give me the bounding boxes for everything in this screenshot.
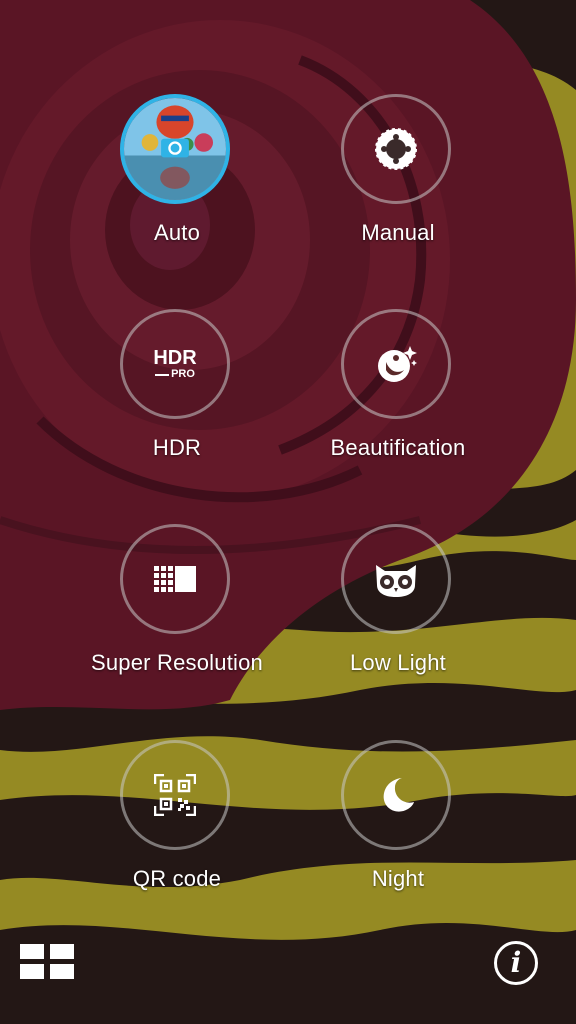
mode-label: Super Resolution <box>91 650 263 675</box>
mode-qr-code[interactable]: QR code <box>77 740 277 930</box>
hdr-badge-main: HDR <box>153 347 197 369</box>
mode-label: Beautification <box>330 435 466 460</box>
moon-icon[interactable] <box>341 740 451 850</box>
mode-label: QR code <box>132 866 222 891</box>
mode-beautification[interactable]: Beautification <box>298 309 498 499</box>
mode-label: Low Light <box>350 650 446 675</box>
mode-low-light[interactable]: Low Light <box>298 524 498 714</box>
info-glyph: i <box>510 946 522 979</box>
super-resolution-grid-icon[interactable] <box>120 524 230 634</box>
mode-auto[interactable]: Auto <box>77 94 277 284</box>
aperture-dial-icon[interactable] <box>341 94 451 204</box>
auto-hot-air-balloon-icon[interactable] <box>120 94 230 204</box>
hdr-badge-sub: PRO <box>171 368 195 380</box>
mode-super-resolution[interactable]: Super Resolution <box>77 524 277 714</box>
mode-label: HDR <box>152 435 202 460</box>
mode-label: Auto <box>153 220 201 245</box>
owl-icon[interactable] <box>341 524 451 634</box>
grid-view-icon[interactable] <box>20 944 76 982</box>
info-icon[interactable]: i <box>494 941 538 985</box>
mode-hdr[interactable]: HDR PRO HDR <box>77 309 277 499</box>
qr-code-icon[interactable] <box>120 740 230 850</box>
mode-night[interactable]: Night <box>298 740 498 930</box>
beauty-face-sparkle-icon[interactable] <box>341 309 451 419</box>
mode-label: Manual <box>361 220 435 245</box>
hdr-pro-icon[interactable]: HDR PRO <box>120 309 230 419</box>
mode-label: Night <box>371 866 425 891</box>
mode-manual[interactable]: Manual <box>298 94 498 284</box>
